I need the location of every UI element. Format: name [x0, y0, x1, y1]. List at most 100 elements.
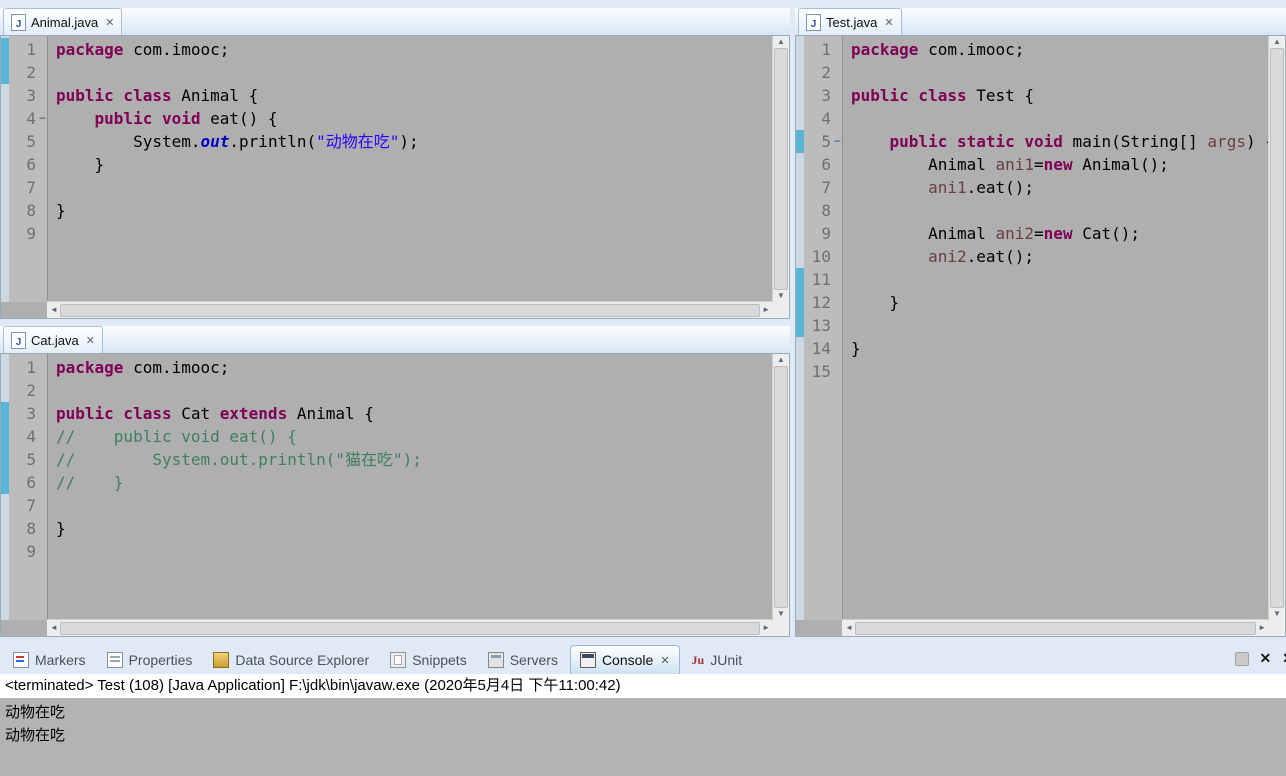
- code-line: }: [56, 517, 773, 540]
- code-line: }: [56, 153, 773, 176]
- change-bar: [1, 540, 9, 563]
- console-output-line: 动物在吃: [5, 726, 66, 744]
- code-line: Animal ani2=new Cat();: [851, 222, 1269, 245]
- change-bar: [796, 199, 804, 222]
- horizontal-scrollbar[interactable]: ◄ ►: [47, 301, 773, 318]
- scrollbar-thumb[interactable]: [774, 48, 788, 290]
- line-number: 8: [26, 519, 36, 538]
- code-area[interactable]: package com.imooc; public class Test { p…: [843, 36, 1269, 620]
- code-token: Animal {: [171, 86, 259, 105]
- console-output-line: 动物在吃: [5, 703, 66, 721]
- line-number: 5: [26, 450, 36, 469]
- code-token: }: [56, 201, 66, 220]
- view-tab-junit[interactable]: Ju JUnit: [683, 646, 752, 674]
- scroll-down-icon[interactable]: ▼: [777, 292, 785, 300]
- change-bar: [1, 448, 9, 471]
- line-number: 1: [26, 358, 36, 377]
- scroll-right-icon[interactable]: ►: [1258, 624, 1266, 632]
- scroll-up-icon[interactable]: ▲: [1273, 38, 1281, 46]
- change-bar: [1, 356, 9, 379]
- scroll-down-icon[interactable]: ▼: [777, 610, 785, 618]
- editor-tab-animal[interactable]: Animal.java: [3, 8, 123, 35]
- scrollbar-thumb[interactable]: [854, 621, 1257, 635]
- horizontal-scrollbar[interactable]: ◄ ►: [47, 619, 773, 636]
- fold-minus-icon[interactable]: −: [834, 130, 841, 153]
- line-number: 1: [26, 40, 36, 59]
- close-icon[interactable]: [884, 16, 893, 29]
- close-icon[interactable]: [105, 16, 114, 29]
- view-tab-properties[interactable]: Properties: [98, 646, 202, 674]
- change-bar: [796, 360, 804, 383]
- view-tab-markers[interactable]: Markers: [4, 646, 95, 674]
- code-token: Test {: [966, 86, 1035, 105]
- console-output[interactable]: 动物在吃 动物在吃: [0, 698, 1286, 776]
- editor-tab-test[interactable]: Test.java: [798, 8, 902, 35]
- code-token: ani1: [995, 155, 1035, 174]
- editor-body: 1 2 3 4 5−6 7 8 9 10 11 12 13 14 15 package com.imooc…: [795, 35, 1286, 637]
- line-number: 1: [821, 40, 831, 59]
- bottom-panel: Markers Properties Data Source Explorer Sni…: [0, 637, 1286, 776]
- editor-body: 1 2 3 4− 5 6 7 8 9 package com.imooc; public cla…: [0, 35, 790, 319]
- code-line: // }: [56, 471, 773, 494]
- code-token: =: [1034, 155, 1044, 174]
- change-bar: [1, 471, 9, 494]
- view-tab-console[interactable]: Console: [569, 645, 680, 674]
- vertical-scrollbar[interactable]: ▲ ▼: [1268, 36, 1285, 620]
- code-line: package com.imooc;: [56, 356, 773, 379]
- editor-tab-cat[interactable]: Cat.java: [3, 326, 103, 353]
- code-token: Cat: [171, 404, 220, 423]
- minimize-icon[interactable]: [1234, 651, 1249, 666]
- scroll-left-icon[interactable]: ◄: [50, 306, 58, 314]
- vertical-scrollbar[interactable]: ▲ ▼: [772, 354, 789, 620]
- junit-icon: Ju: [691, 652, 705, 667]
- line-number: 6: [26, 473, 36, 492]
- annotation-ruler: [1, 354, 9, 620]
- view-tab-servers[interactable]: Servers: [479, 646, 567, 674]
- code-token: extends: [219, 404, 288, 423]
- change-bar: [1, 222, 9, 245]
- close-icon[interactable]: [1260, 650, 1272, 667]
- line-number: 6: [821, 155, 831, 174]
- markers-icon: [13, 652, 29, 668]
- code-token: public class: [56, 404, 172, 423]
- scrollbar-thumb[interactable]: [1270, 48, 1284, 608]
- scroll-up-icon[interactable]: ▲: [777, 38, 785, 46]
- scroll-right-icon[interactable]: ►: [762, 306, 770, 314]
- code-area[interactable]: package com.imooc; public class Cat exte…: [48, 354, 773, 620]
- vertical-scrollbar[interactable]: ▲ ▼: [772, 36, 789, 302]
- snippets-icon: [390, 652, 407, 668]
- java-file-icon: [806, 13, 821, 31]
- scrollbar-thumb[interactable]: [774, 366, 788, 608]
- editor-tab-bar: Cat.java: [0, 326, 790, 354]
- close-icon[interactable]: [660, 654, 669, 667]
- scroll-right-icon[interactable]: ►: [762, 624, 770, 632]
- view-tab-label: Properties: [128, 652, 193, 668]
- scrollbar-corner: [773, 302, 789, 318]
- view-tab-label: Servers: [509, 652, 558, 668]
- code-area[interactable]: package com.imooc; public class Animal {…: [48, 36, 773, 302]
- scroll-down-icon[interactable]: ▼: [1273, 610, 1281, 618]
- maximize-icon[interactable]: [1282, 650, 1286, 667]
- scrollbar-thumb[interactable]: [59, 621, 761, 635]
- scroll-up-icon[interactable]: ▲: [777, 356, 785, 364]
- view-tab-snippets[interactable]: Snippets: [381, 646, 475, 674]
- data-source-explorer-icon: [213, 652, 230, 668]
- line-number-gutter: 1 2 3 4 5−6 7 8 9 10 11 12 13 14 15: [804, 36, 843, 620]
- close-icon[interactable]: [86, 334, 95, 347]
- scroll-left-icon[interactable]: ◄: [845, 624, 853, 632]
- change-bar: [1, 517, 9, 540]
- code-token: out: [200, 132, 230, 151]
- view-tab-label: JUnit: [710, 652, 743, 668]
- fold-minus-icon[interactable]: −: [39, 107, 46, 130]
- horizontal-scrollbar[interactable]: ◄ ►: [842, 619, 1269, 636]
- view-tab-data-source-explorer[interactable]: Data Source Explorer: [204, 646, 378, 674]
- scrollbar-thumb[interactable]: [59, 303, 761, 317]
- line-number: 14: [811, 339, 831, 358]
- scroll-left-icon[interactable]: ◄: [50, 624, 58, 632]
